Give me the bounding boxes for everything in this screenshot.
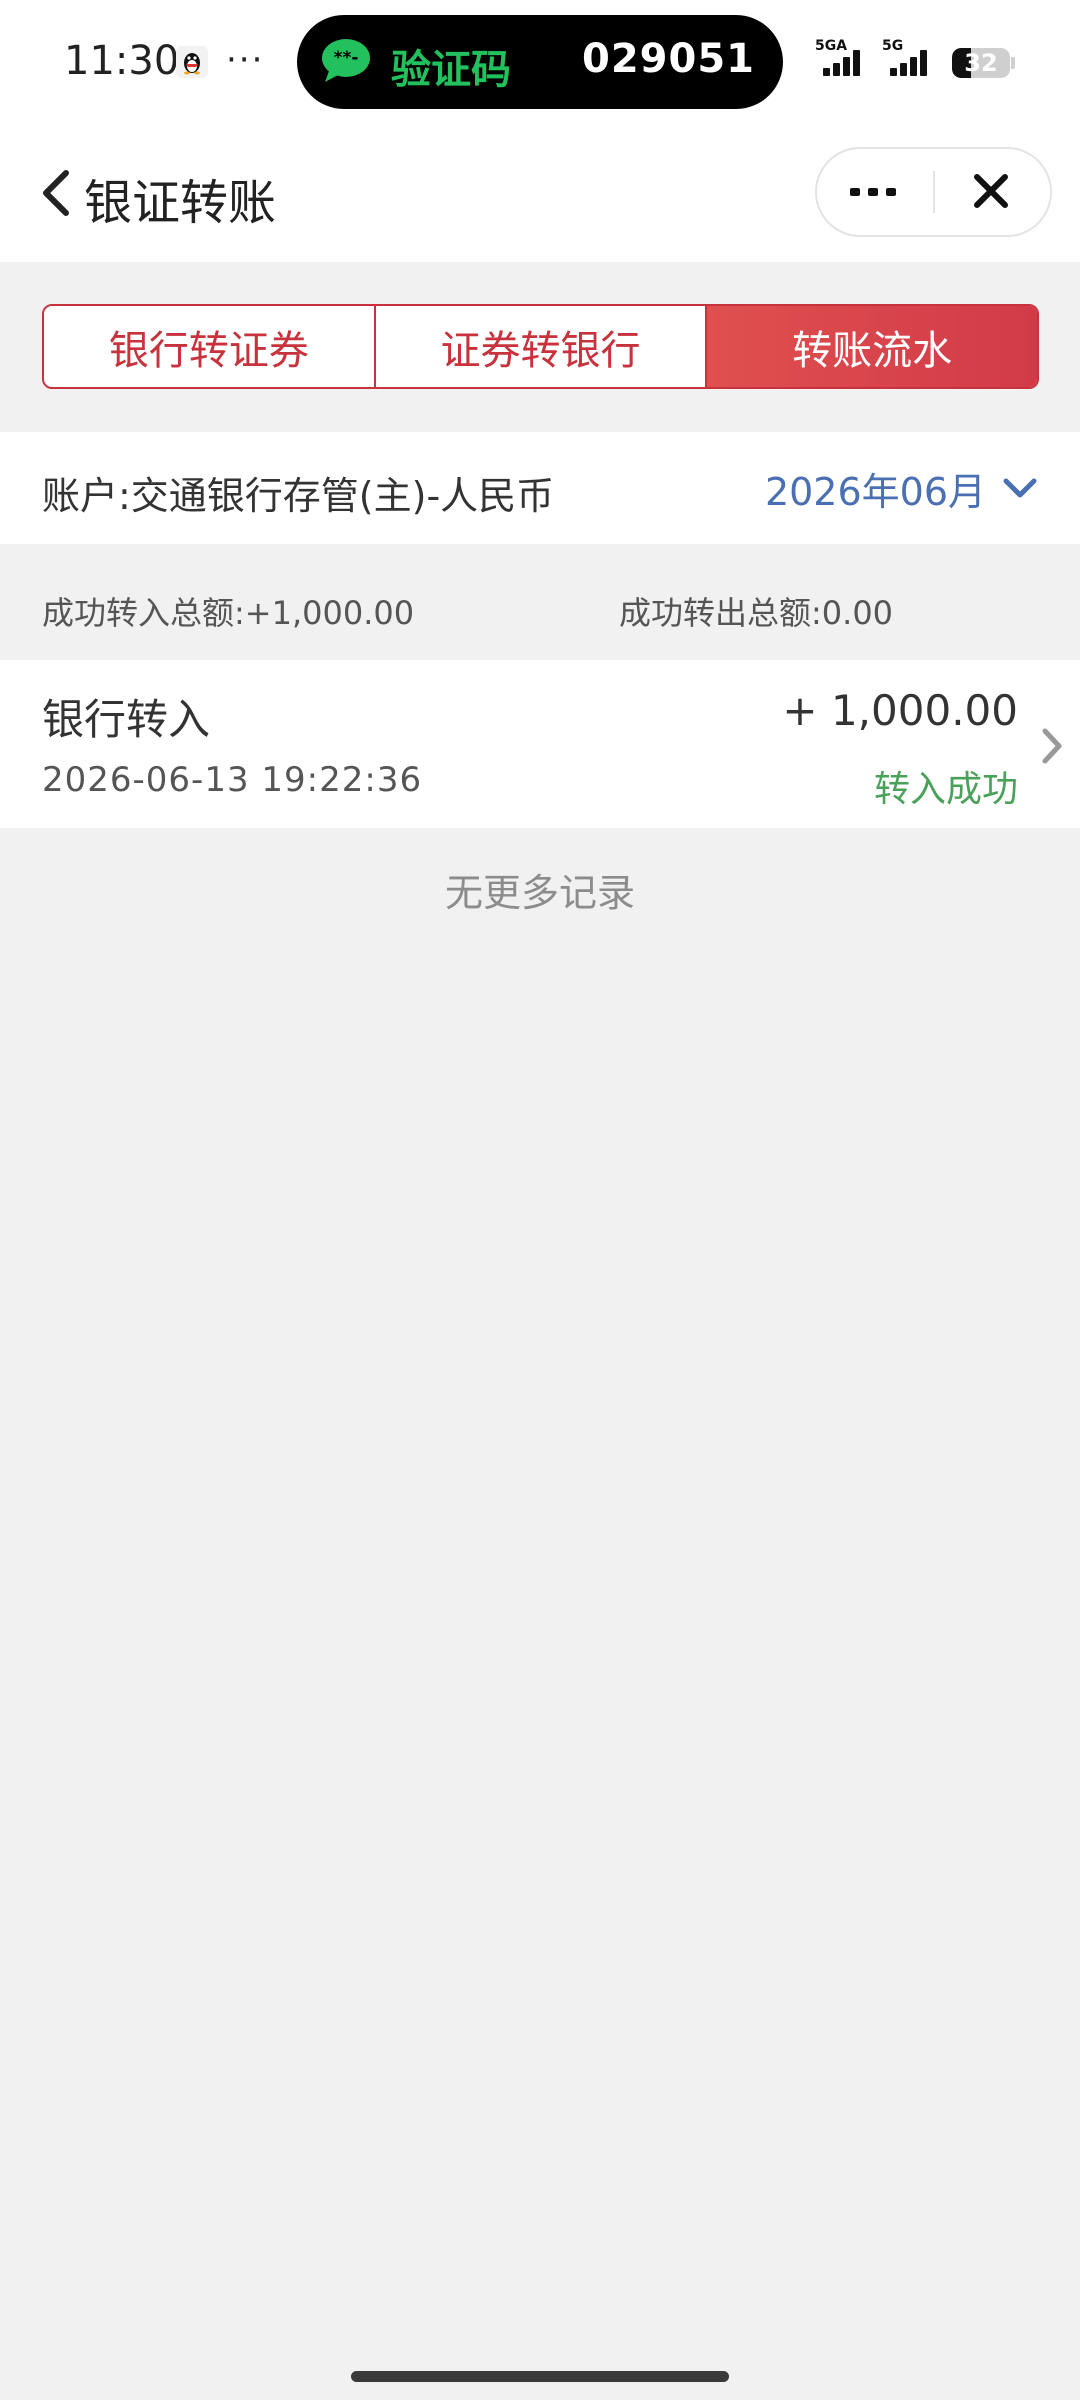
battery-cap (1011, 57, 1015, 69)
month-value: 2026年06月 (764, 469, 986, 514)
sms-code[interactable]: 029051 (582, 36, 755, 82)
tab-bank-to-securities[interactable]: 银行转证券 (44, 306, 374, 387)
back-arrow-icon[interactable] (36, 165, 76, 221)
qq-penguin-icon (176, 46, 208, 78)
page-title: 银证转账 (84, 175, 277, 231)
more-dots-icon (850, 188, 896, 196)
sms-code-island[interactable]: **- 验证码 029051 (297, 15, 783, 109)
summary-out-total: 成功转出总额:0.00 (619, 594, 894, 632)
close-button[interactable] (935, 149, 1051, 235)
transfer-tabs: 银行转证券 证券转银行 转账流水 (42, 304, 1039, 389)
list-item[interactable]: 银行转入 2026-06-13 19:22:36 + 1,000.00 转入成功 (0, 660, 1080, 828)
nav-bar: 银证转账 (0, 125, 1080, 262)
battery-level: 32 (964, 49, 998, 77)
status-bar: 11:30 ··· **- 验证码 029051 5GA 5G 32 (0, 0, 1080, 125)
message-bubble-glyph: **- (334, 48, 359, 68)
summary-row: 成功转入总额:+1,000.00 成功转出总额:0.00 (0, 544, 1080, 660)
close-icon (974, 174, 1008, 208)
account-row: 账户:交通银行存管(主)-人民币 2026年06月 (0, 432, 1080, 544)
battery-icon: 32 (952, 48, 1010, 78)
account-label: 账户:交通银行存管(主)-人民币 (42, 474, 555, 518)
month-picker[interactable]: 2026年06月 (765, 462, 1040, 514)
record-amount: + 1,000.00 (782, 686, 1018, 735)
home-indicator[interactable] (351, 2371, 729, 2382)
chevron-down-icon (1003, 478, 1037, 498)
no-more-records: 无更多记录 (444, 871, 635, 915)
mini-program-capsule (815, 147, 1052, 237)
notification-more-icon: ··· (226, 40, 265, 80)
record-time: 2026-06-13 19:22:36 (42, 760, 423, 800)
tab-transfer-records[interactable]: 转账流水 (705, 306, 1037, 387)
chevron-right-icon (1042, 728, 1062, 764)
record-status: 转入成功 (873, 769, 1018, 810)
more-button[interactable] (817, 149, 933, 235)
record-type: 银行转入 (42, 695, 211, 744)
tab-securities-to-bank[interactable]: 证券转银行 (373, 306, 706, 387)
sms-label: 验证码 (391, 47, 511, 93)
summary-in-total: 成功转入总额:+1,000.00 (42, 594, 415, 632)
status-time: 11:30 (64, 38, 180, 84)
message-bubble-icon: **- (321, 37, 371, 83)
